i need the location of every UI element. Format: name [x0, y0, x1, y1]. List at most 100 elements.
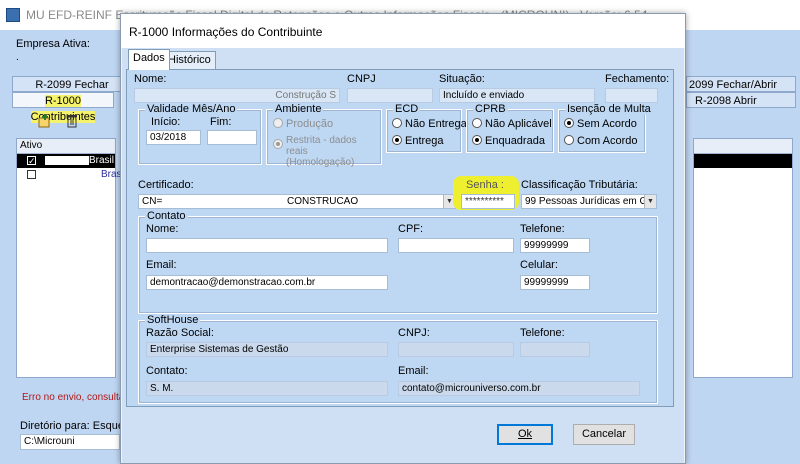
ok-label: Ok — [517, 428, 533, 440]
tab-historico[interactable]: Histórico — [163, 51, 216, 69]
add-record-icon[interactable] — [38, 114, 52, 128]
softhouse-group: SoftHouse Razão Social: Enterprise Siste… — [138, 314, 658, 404]
radio-dot — [472, 118, 482, 128]
tab-r2099-fechar[interactable]: R-2099 Fechar — [12, 76, 132, 92]
fim-field[interactable] — [207, 130, 257, 145]
contribuintes-grid: Ativo Brasil Brasil — [16, 138, 126, 378]
dialog-body: Dados Histórico Nome: Construção S CNPJ … — [122, 48, 684, 463]
inicio-field[interactable]: 03/2018 — [146, 130, 201, 145]
classificacao-select[interactable]: 99 Pessoas Jurídicas em Gera ▼ — [521, 194, 657, 209]
restrita-label: Restrita - dados reais (Homologação) — [286, 135, 357, 168]
ambiente-group: Ambiente Produção Restrita - dados reais… — [266, 103, 382, 168]
fechamento-field — [605, 88, 658, 103]
cnpj-field — [347, 88, 433, 103]
contato-telefone-field[interactable]: 99999999 — [520, 238, 590, 253]
isencao-sem-acordo-radio[interactable]: Sem Acordo — [564, 118, 637, 130]
contato-celular-field[interactable]: 99999999 — [520, 275, 590, 290]
radio-dot — [392, 135, 402, 145]
certificado-select[interactable]: CN= CONSTRUCAO ▼ — [138, 194, 456, 209]
redacted-name — [45, 156, 89, 165]
tab-2099-fechar-abrir-label: 2099 Fechar/Abrir — [689, 79, 778, 91]
selected-row-strip — [694, 154, 792, 168]
contato-nome-field[interactable] — [146, 238, 388, 253]
contato-title: Contato — [145, 210, 188, 222]
nome-field: Construção S — [134, 88, 340, 103]
row-text: Brasil — [89, 155, 115, 166]
softhouse-title: SoftHouse — [145, 314, 201, 326]
contato-nome-label: Nome: — [146, 223, 179, 235]
fechamento-label: Fechamento: — [605, 73, 670, 85]
tab-r2098-abrir[interactable]: R-2098 Abrir — [686, 92, 796, 108]
inicio-value: 03/2018 — [150, 132, 187, 143]
dados-panel: Nome: Construção S CNPJ Situação: Incluí… — [126, 69, 674, 407]
cancelar-label: Cancelar — [581, 428, 627, 440]
radio-dot — [564, 135, 574, 145]
ambiente-restrita-radio[interactable]: Restrita - dados reais (Homologação) — [273, 135, 374, 168]
softhouse-email-field: contato@microuniverso.com.br — [398, 381, 640, 396]
classificacao-value: 99 Pessoas Jurídicas em Gera — [525, 196, 657, 207]
row-checkbox[interactable] — [27, 170, 36, 179]
table-row[interactable]: Brasil — [17, 154, 115, 168]
tab-dados-label: Dados — [133, 52, 165, 64]
senha-value: ********** — [465, 196, 504, 207]
tab-r1000-contribuintes[interactable]: R-1000 Contribuintes — [12, 92, 114, 123]
razao-social-label: Razão Social: — [146, 327, 214, 339]
cprb-nao-aplicavel-radio[interactable]: Não Aplicável — [472, 118, 552, 130]
chevron-down-icon[interactable]: ▼ — [644, 195, 656, 208]
certificado-name: CONSTRUCAO — [287, 196, 359, 207]
grid-header-ativo: Ativo — [17, 139, 115, 154]
ecd-entrega-radio[interactable]: Entrega — [392, 135, 444, 147]
ambiente-title: Ambiente — [273, 103, 324, 115]
radio-dot — [472, 135, 482, 145]
contato-cpf-label: CPF: — [398, 223, 424, 235]
ecd-title: ECD — [393, 103, 421, 115]
trash-icon[interactable] — [66, 114, 78, 128]
radio-dot — [273, 118, 283, 128]
empresa-ativa-value: . — [16, 52, 19, 63]
ok-button[interactable]: Ok — [497, 424, 553, 445]
situacao-field: Incluído e enviado — [439, 88, 595, 103]
r1000-dialog: R-1000 Informações do Contribuinte Dados… — [120, 13, 686, 464]
isencao-title: Isenção de Multa — [565, 103, 653, 115]
contato-celular-value: 99999999 — [524, 277, 569, 288]
grid-right-part — [693, 138, 793, 378]
contato-email-field[interactable]: demontracao@demonstracao.com.br — [146, 275, 388, 290]
error-message: Erro no envio, consultar h — [22, 392, 136, 403]
producao-label: Produção — [286, 118, 334, 130]
cnpj-label: CNPJ — [347, 73, 376, 85]
contato-telefone-value: 99999999 — [524, 240, 569, 251]
ecd-group: ECD Não Entrega Entrega — [386, 103, 467, 153]
softhouse-contato-field: S. M. — [146, 381, 388, 396]
classificacao-label: Classificação Tributária: — [521, 179, 638, 191]
cancelar-button[interactable]: Cancelar — [573, 424, 635, 445]
dialog-titlebar: R-1000 Informações do Contribuinte — [121, 14, 685, 48]
contato-cpf-field[interactable] — [398, 238, 514, 253]
fim-label: Fim: — [210, 116, 232, 128]
enquadrada-label: Enquadrada — [485, 135, 545, 147]
radio-dot — [392, 118, 402, 128]
empresa-ativa-label: Empresa Ativa: — [16, 38, 90, 50]
tab-historico-label: Histórico — [168, 54, 211, 66]
certificado-label: Certificado: — [138, 179, 194, 191]
tab-2099-fechar-abrir[interactable]: 2099 Fechar/Abrir — [686, 76, 796, 92]
senha-field[interactable]: ********** — [461, 194, 515, 209]
razao-social-value: Enterprise Sistemas de Gestão — [150, 344, 289, 355]
inicio-label: Início: — [151, 116, 181, 128]
row-checkbox[interactable] — [27, 154, 36, 168]
softhouse-contato-value: S. M. — [150, 383, 174, 394]
tab-dados[interactable]: Dados — [128, 49, 170, 70]
sem-acordo-label: Sem Acordo — [577, 118, 637, 130]
diretorio-value: C:\Microuni — [24, 436, 75, 447]
isencao-com-acordo-radio[interactable]: Com Acordo — [564, 135, 638, 147]
cprb-enquadrada-radio[interactable]: Enquadrada — [472, 135, 545, 147]
ecd-nao-entrega-radio[interactable]: Não Entrega — [392, 118, 467, 130]
softhouse-telefone-field — [520, 342, 590, 357]
ambiente-producao-radio[interactable]: Produção — [273, 118, 333, 130]
softhouse-cnpj-label: CNPJ: — [398, 327, 430, 339]
nao-entrega-label: Não Entrega — [405, 118, 467, 130]
diretorio-field[interactable]: C:\Microuni — [20, 434, 120, 450]
grid-header-right — [694, 139, 792, 154]
table-row[interactable]: Brasil — [17, 168, 126, 182]
softhouse-cnpj-field — [398, 342, 514, 357]
dialog-title: R-1000 Informações do Contribuinte — [129, 25, 323, 39]
